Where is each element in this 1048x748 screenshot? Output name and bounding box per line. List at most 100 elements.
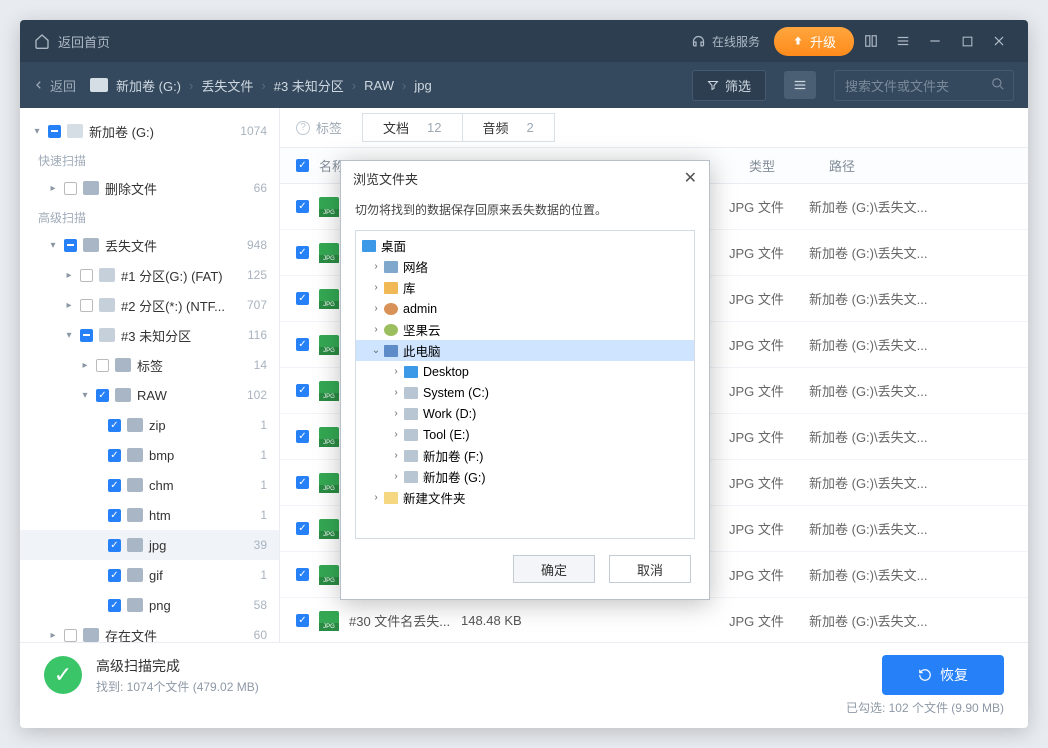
tree-desktop[interactable]: 桌面 [356,235,694,256]
minimize-button[interactable] [920,26,950,56]
network-icon [384,261,398,273]
tree-raw[interactable]: ▾RAW102 [20,380,279,410]
layout-button[interactable] [856,26,886,56]
tree-deleted[interactable]: ▸删除文件66 [20,173,279,203]
menu-button[interactable] [888,26,918,56]
jpg-file-icon [319,565,339,585]
tree-drive-d[interactable]: ›Work (D:) [356,403,694,424]
folder-icon [384,492,398,504]
upgrade-button[interactable]: 升级 [774,27,854,56]
success-icon [44,656,82,694]
tree-admin[interactable]: ›admin [356,298,694,319]
cancel-button[interactable]: 取消 [609,555,691,583]
tree-htm[interactable]: htm1 [20,500,279,530]
home-label: 返回首页 [58,32,110,51]
tree-drive-g[interactable]: ›新加卷 (G:) [356,466,694,487]
filter-label: 筛选 [725,76,751,95]
folder-icon [127,508,143,522]
menu-icon [896,34,910,48]
maximize-icon [961,35,974,48]
tree-lib[interactable]: ›库 [356,277,694,298]
folder-icon [83,628,99,642]
col-type[interactable]: 类型 [749,156,829,175]
row-checkbox[interactable] [296,292,309,305]
folder-icon [127,598,143,612]
crumb-0[interactable]: 新加卷 (G:) [116,76,181,95]
tree-thispc[interactable]: ⌄此电脑 [356,340,694,361]
tree-p1[interactable]: ▸#1 分区(G:) (FAT)125 [20,260,279,290]
col-path[interactable]: 路径 [829,156,1012,175]
crumb-1[interactable]: 丢失文件 [201,76,253,95]
tree-nutcloud[interactable]: ›坚果云 [356,319,694,340]
folder-icon [83,181,99,195]
upgrade-icon [792,35,804,47]
row-checkbox[interactable] [296,568,309,581]
back-button[interactable]: 返回 [34,76,76,95]
tree-drive-e[interactable]: ›Tool (E:) [356,424,694,445]
tree-png[interactable]: png58 [20,590,279,620]
ok-button[interactable]: 确定 [513,555,595,583]
tree-drive-f[interactable]: ›新加卷 (F:) [356,445,694,466]
tree-zip[interactable]: zip1 [20,410,279,440]
crumb-3[interactable]: RAW [364,78,394,93]
search-input[interactable]: 搜索文件或文件夹 [834,70,1014,101]
info-icon: ? [296,121,310,135]
tree-lost[interactable]: ▾丢失文件948 [20,230,279,260]
view-list-button[interactable] [784,71,816,99]
crumb-4[interactable]: jpg [414,78,431,93]
filter-button[interactable]: 筛选 [692,70,766,101]
jpg-file-icon [319,519,339,539]
tree-drive[interactable]: ▾新加卷 (G:)1074 [20,116,279,146]
close-button[interactable] [984,26,1014,56]
folder-icon [127,478,143,492]
crumb-2[interactable]: #3 未知分区 [274,76,344,95]
filter-icon [707,79,719,91]
table-row[interactable]: #30 文件名丢失... 148.48 KBJPG 文件新加卷 (G:)\丢失文… [280,598,1028,642]
tree-tags[interactable]: ▸标签14 [20,350,279,380]
row-checkbox[interactable] [296,384,309,397]
desktop-icon [404,366,418,378]
row-checkbox[interactable] [296,200,309,213]
tree-jpg[interactable]: jpg39 [20,530,279,560]
row-checkbox[interactable] [296,338,309,351]
recover-button[interactable]: 恢复 [882,655,1004,695]
drive-icon [67,124,83,138]
drive-icon [404,429,418,441]
row-checkbox[interactable] [296,476,309,489]
footer: 高级扫描完成 找到: 1074个文件 (479.02 MB) 恢复 已勾选: 1… [20,642,1028,728]
search-placeholder: 搜索文件或文件夹 [845,79,949,94]
row-checkbox[interactable] [296,522,309,535]
tree-drive-desktop[interactable]: ›Desktop [356,361,694,382]
folder-tree: 桌面 ›网络 ›库 ›admin ›坚果云 ⌄此电脑 ›Desktop ›Sys… [355,230,695,539]
upgrade-label: 升级 [810,32,836,51]
jpg-file-icon [319,611,339,631]
tree-exist[interactable]: ▸存在文件60 [20,620,279,642]
jpg-file-icon [319,381,339,401]
tree-p3[interactable]: ▾#3 未知分区116 [20,320,279,350]
tree-network[interactable]: ›网络 [356,256,694,277]
tab-doc[interactable]: 文档12 [362,113,462,142]
row-checkbox[interactable] [296,614,309,627]
selected-info: 已勾选: 102 个文件 (9.90 MB) [846,699,1004,716]
tree-chm[interactable]: chm1 [20,470,279,500]
status-found: 找到: 1074个文件 (479.02 MB) [96,678,259,695]
tree-gif[interactable]: gif1 [20,560,279,590]
folder-icon [115,388,131,402]
layout-icon [864,34,878,48]
tree-newfolder[interactable]: ›新建文件夹 [356,487,694,508]
dialog-close-button[interactable]: ✕ [684,168,697,188]
tab-audio[interactable]: 音频2 [463,113,555,142]
row-checkbox[interactable] [296,430,309,443]
tree-bmp[interactable]: bmp1 [20,440,279,470]
disk-icon [90,78,108,92]
select-all-checkbox[interactable] [296,159,309,172]
maximize-button[interactable] [952,26,982,56]
folder-icon [83,238,99,252]
tree-p2[interactable]: ▸#2 分区(*:) (NTF...707 [20,290,279,320]
home-button[interactable]: 返回首页 [34,32,110,51]
folder-icon [127,448,143,462]
row-checkbox[interactable] [296,246,309,259]
online-service[interactable]: 在线服务 [691,33,760,50]
restore-icon [918,668,932,682]
tree-drive-c[interactable]: ›System (C:) [356,382,694,403]
